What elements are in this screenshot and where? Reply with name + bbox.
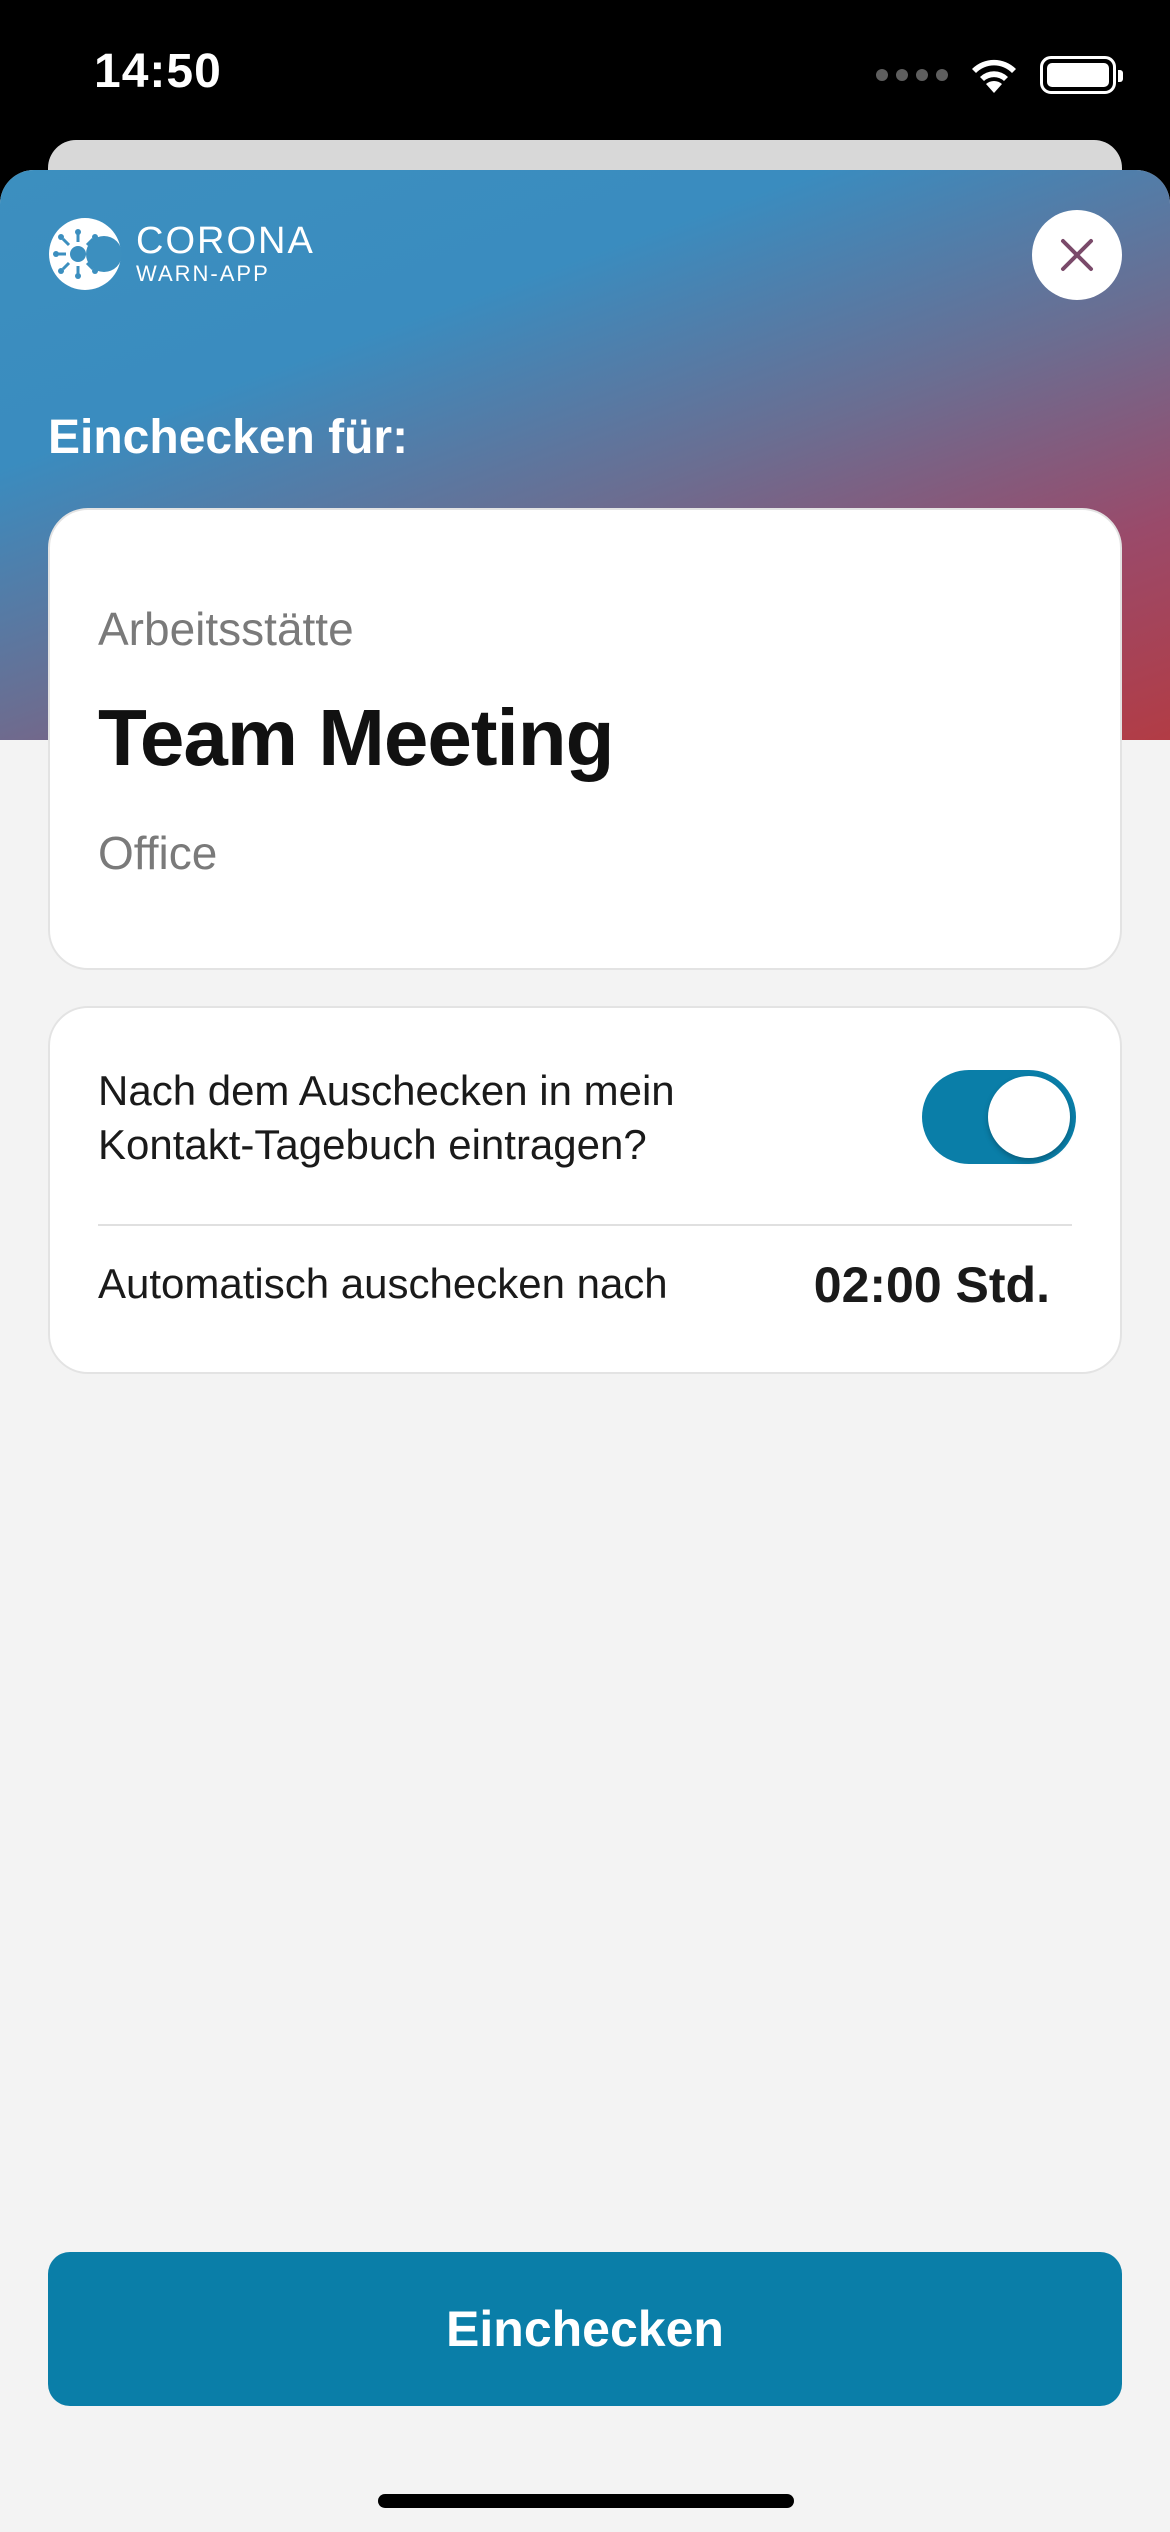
section-title: Einchecken für: <box>48 411 409 464</box>
auto-checkout-label: Automatisch auschecken nach <box>98 1260 668 1307</box>
logo-subtitle: WARN-APP <box>136 261 270 286</box>
location-card: Arbeitsstätte Team Meeting Office <box>48 508 1122 970</box>
settings-card: Nach dem Auschecken in mein Kontakt-Tage… <box>48 1006 1122 1374</box>
auto-checkout-duration[interactable]: 02:00 Std. <box>814 1256 1050 1314</box>
signal-icon <box>876 69 948 81</box>
toggle-knob <box>988 1076 1070 1158</box>
close-button[interactable] <box>1032 210 1122 300</box>
checkin-button[interactable]: Einchecken <box>48 2252 1122 2406</box>
screen: 14:50 CORONA WARN-APP Einchecken für: Ar… <box>0 0 1170 2532</box>
diary-toggle-label: Nach dem Auschecken in mein Kontakt-Tage… <box>98 1067 675 1168</box>
wifi-icon <box>968 55 1020 95</box>
battery-icon <box>1040 56 1123 94</box>
diary-toggle[interactable] <box>922 1070 1076 1164</box>
divider <box>98 1224 1072 1226</box>
location-description: Office <box>98 827 218 879</box>
status-time: 14:50 <box>94 45 222 98</box>
location-name: Team Meeting <box>98 693 614 782</box>
checkin-sheet: CORONA WARN-APP Einchecken für: Arbeitss… <box>0 170 1170 2532</box>
home-indicator[interactable] <box>378 2494 794 2508</box>
location-type: Arbeitsstätte <box>98 603 354 655</box>
corona-virus-logo-icon <box>49 218 122 290</box>
app-logo: CORONA WARN-APP <box>48 212 315 296</box>
logo-title: CORONA <box>136 220 315 262</box>
status-icons <box>876 50 1123 100</box>
status-bar: 14:50 <box>0 0 1170 150</box>
close-icon <box>1061 239 1093 271</box>
